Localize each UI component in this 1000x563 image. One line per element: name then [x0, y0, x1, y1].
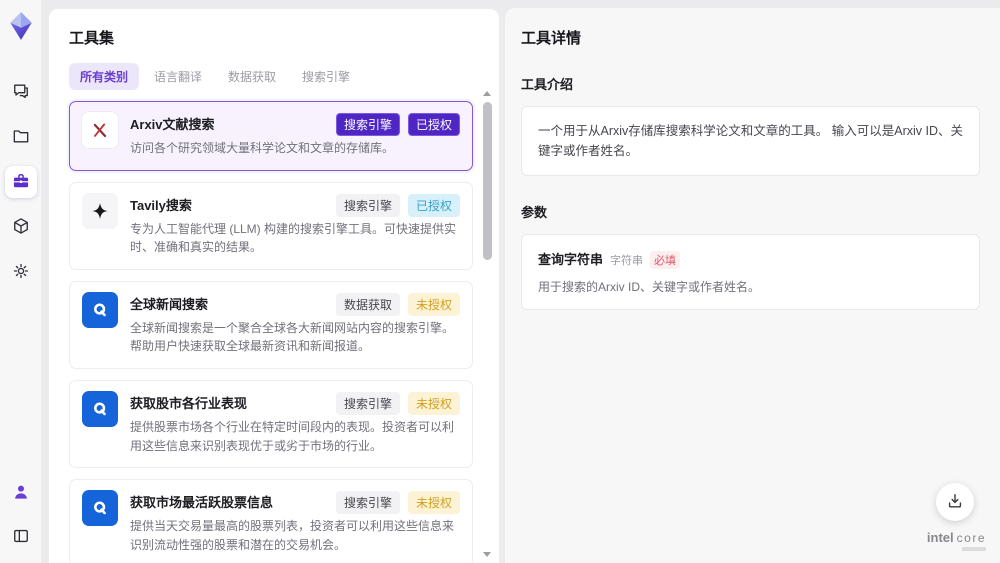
auth-status-badge: 已授权 [407, 113, 460, 136]
sidebar-item-chat[interactable] [5, 76, 37, 108]
folder-icon [11, 126, 31, 149]
tool-description: 提供股票市场各个行业在特定时间段内的表现。投资者可以利用这些信息来识别表现优于或… [130, 419, 455, 453]
chat-icon [11, 81, 31, 104]
tool-badges: 搜索引擎 未授权 [335, 491, 460, 515]
scroll-up-arrow-icon[interactable] [483, 91, 491, 96]
intel-core-logo: intel core [927, 530, 986, 551]
app-logo-icon [7, 10, 35, 42]
tool-description: 全球新闻搜索是一个聚合全球各大新闻网站内容的搜索引擎。帮助用户快速获取全球最新资… [130, 320, 455, 354]
tool-badges: 搜索引擎 已授权 [335, 193, 460, 217]
tool-card-3[interactable]: 全球新闻搜索 全球新闻搜索是一个聚合全球各大新闻网站内容的搜索引擎。帮助用户快速获… [69, 280, 473, 369]
param-card: 查询字符串 字符串 必填用于搜索的Arxiv ID、关键字或作者姓名。 [521, 234, 980, 310]
category-tabs: 所有类别 语言翻译 数据获取 搜索引擎 [69, 63, 473, 90]
auth-status-badge: 未授权 [407, 491, 460, 515]
tool-description: 专为人工智能代理 (LLM) 构建的搜索引擎工具。可快速提供实时、准确和真实的结… [130, 221, 457, 255]
stock-sector-logo-icon [82, 390, 118, 427]
brand-core-text: core [956, 531, 986, 545]
tool-description: 提供当天交易量最高的股票列表，投资者可以利用这些信息来识别流动性强的股票和潜在的… [130, 519, 455, 552]
auth-status-badge: 已授权 [407, 193, 460, 217]
scrollbar-thumb[interactable] [483, 102, 492, 260]
tools-panel: 工具集 所有类别 语言翻译 数据获取 搜索引擎 Arxiv文献搜索 访问各个研究领域大量… [48, 8, 500, 563]
params-heading: 参数 [521, 205, 548, 220]
category-badge: 搜索引擎 [335, 391, 400, 415]
package-icon [11, 216, 31, 239]
tab-category-3[interactable]: 数据获取 [217, 63, 287, 90]
settings-gear-icon [11, 261, 31, 284]
tab-category-1[interactable]: 所有类别 [69, 63, 140, 90]
sidebar-item-account[interactable] [5, 477, 37, 509]
param-type: 字符串 [610, 255, 644, 267]
sidebar-nav [4, 76, 37, 288]
list-scrollbar[interactable] [483, 89, 492, 559]
tool-badges: 搜索引擎 已授权 [335, 113, 460, 136]
category-badge: 搜索引擎 [335, 491, 400, 515]
param-name: 查询字符串 [538, 252, 604, 267]
download-button[interactable] [936, 483, 974, 521]
tool-description: 访问各个研究领域大量科学论文和文章的存储库。 [130, 141, 395, 155]
active-stocks-logo-icon [82, 490, 118, 527]
toolbox-icon [11, 171, 31, 194]
intro-heading: 工具介绍 [521, 77, 574, 92]
tool-card-4[interactable]: 获取股市各行业表现 提供股票市场各个行业在特定时间段内的表现。投资者可以利用这些信… [69, 379, 473, 469]
category-badge: 搜索引擎 [335, 113, 400, 136]
details-title: 工具详情 [521, 30, 582, 47]
tool-card-1[interactable]: Arxiv文献搜索 访问各个研究领域大量科学论文和文章的存储库。 搜索引擎 已授权 [69, 101, 473, 171]
tool-card-2[interactable]: Tavily搜索 专为人工智能代理 (LLM) 构建的搜索引擎工具。可快速提供实时… [69, 181, 473, 270]
sidebar-item-files[interactable] [5, 121, 37, 153]
params-list: 查询字符串 字符串 必填用于搜索的Arxiv ID、关键字或作者姓名。 [521, 234, 980, 310]
tool-badges: 搜索引擎 未授权 [335, 391, 460, 415]
tool-card-5[interactable]: 获取市场最活跃股票信息 提供当天交易量最高的股票列表，投资者可以利用这些信息来识别… [69, 479, 473, 563]
brand-sub-bar [962, 547, 986, 551]
sidebar-item-collapse[interactable] [5, 521, 37, 553]
tab-category-4[interactable]: 搜索引擎 [291, 63, 361, 90]
scroll-down-arrow-icon[interactable] [483, 552, 491, 557]
category-badge: 搜索引擎 [335, 193, 400, 217]
sidebar-item-settings[interactable] [5, 256, 37, 288]
panel-toggle-icon [11, 526, 31, 549]
sidebar [0, 0, 42, 563]
download-icon [945, 491, 965, 514]
auth-status-badge: 未授权 [407, 292, 460, 316]
user-avatar-icon [11, 482, 31, 505]
tavily-logo-icon [82, 192, 118, 229]
category-badge: 数据获取 [335, 292, 400, 316]
auth-status-badge: 未授权 [407, 391, 460, 415]
tool-badges: 数据获取 未授权 [335, 292, 460, 316]
sidebar-item-tools[interactable] [4, 166, 37, 198]
param-description: 用于搜索的Arxiv ID、关键字或作者姓名。 [538, 280, 761, 294]
brand-intel-text: intel [926, 530, 954, 545]
arxiv-logo-icon [82, 112, 118, 148]
details-panel: 工具详情 工具介绍 一个用于从Arxiv存储库搜索科学论文和文章的工具。 输入可… [505, 8, 1000, 563]
param-header-row: 查询字符串 字符串 必填 [538, 249, 963, 269]
param-required-badge: 必填 [650, 251, 681, 269]
tool-intro-text: 一个用于从Arxiv存储库搜索科学论文和文章的工具。 输入可以是Arxiv ID… [521, 106, 980, 176]
global-news-logo-icon [82, 291, 118, 328]
page-title: 工具集 [69, 30, 115, 47]
sidebar-item-packages[interactable] [5, 211, 37, 243]
tool-list: Arxiv文献搜索 访问各个研究领域大量科学论文和文章的存储库。 搜索引擎 已授权 Ta… [69, 101, 473, 563]
tab-category-2[interactable]: 语言翻译 [143, 63, 213, 90]
sidebar-bottom [5, 477, 37, 553]
